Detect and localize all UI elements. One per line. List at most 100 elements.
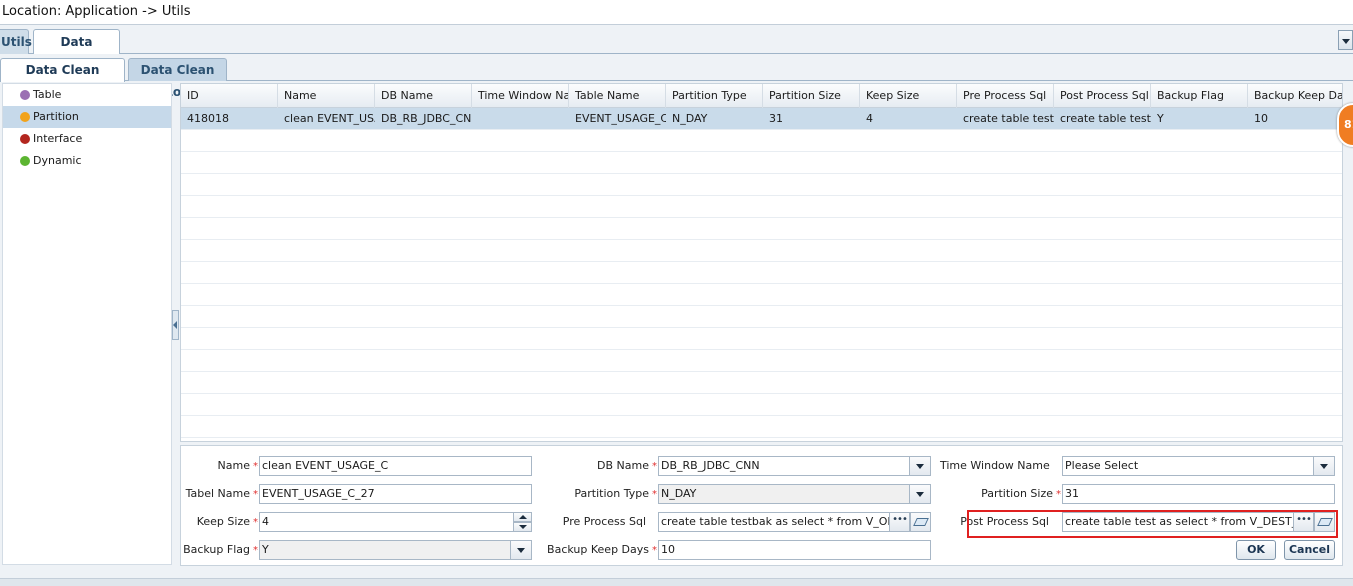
column-header-partition-type[interactable]: Partition Type (666, 84, 763, 108)
tree-item-label: Interface (33, 132, 83, 145)
chevron-down-icon[interactable] (1313, 457, 1334, 475)
eraser-icon[interactable] (1314, 513, 1334, 531)
orange-dot-icon (20, 112, 30, 122)
partition-size-label-text: Partition Size (981, 487, 1053, 500)
table-row[interactable]: 418018 clean EVENT_USAGE_C DB_RB_JDBC_CN… (181, 108, 1342, 130)
tree-item-partition[interactable]: Partition (3, 106, 171, 128)
tree-item-dynamic[interactable]: Dynamic (3, 150, 171, 172)
column-header-partition-size[interactable]: Partition Size (763, 84, 860, 108)
spin-down-icon[interactable] (513, 522, 531, 531)
backup-flag-label-text: Backup Flag (183, 543, 250, 556)
tree-item-label: Table (33, 88, 62, 101)
time-window-name-select[interactable]: Please Select (1062, 456, 1335, 476)
column-header-time-window-name[interactable]: Time Window Name (472, 84, 569, 108)
column-header-id[interactable]: ID (181, 84, 278, 108)
column-header-name[interactable]: Name (278, 84, 375, 108)
partition-size-field[interactable]: 31 (1062, 484, 1335, 504)
name-label-text: Name (217, 459, 250, 472)
grid-body: 418018 clean EVENT_USAGE_C DB_RB_JDBC_CN… (181, 108, 1342, 438)
table-name-field[interactable]: EVENT_USAGE_C_27 (259, 484, 532, 504)
cancel-button[interactable]: Cancel (1284, 540, 1335, 560)
cell-backup-flag: Y (1157, 112, 1164, 125)
tab-data-clean-manager[interactable]: Data Clean Manager (0, 58, 125, 99)
name-label: Name * (183, 456, 258, 476)
empty-row (181, 152, 1342, 174)
cell-keep-size: 4 (866, 112, 873, 125)
empty-row (181, 394, 1342, 416)
column-header-table-name[interactable]: Table Name (569, 84, 666, 108)
partition-type-value: N_DAY (661, 487, 697, 500)
eraser-icon[interactable] (910, 513, 930, 531)
cell-partition-type: N_DAY (672, 112, 708, 125)
pre-process-sql-field[interactable]: create table testbak as select * from V_… (658, 512, 931, 532)
tree-item-table[interactable]: Table (3, 84, 171, 106)
cell-pre-process-sql: create table testbak as select * from V_… (963, 112, 1054, 125)
tab-utils[interactable]: Utils (0, 29, 32, 54)
eraser-shape (913, 518, 929, 526)
location-label: Location: (2, 4, 62, 19)
column-header-keep-size[interactable]: Keep Size (860, 84, 957, 108)
tab-data-clean-log[interactable]: Data Clean Log (128, 58, 227, 99)
spinner (513, 513, 531, 531)
empty-row (181, 130, 1342, 152)
outer-tab-strip: Utils Data Clean (0, 27, 1353, 73)
status-strip (0, 578, 1353, 586)
required-mark: * (652, 545, 657, 556)
data-clean-grid: ID Name DB Name Time Window Name Table N… (180, 83, 1343, 442)
ellipsis-icon[interactable]: ••• (1293, 513, 1314, 531)
collapse-left-panel-handle[interactable] (172, 310, 179, 340)
cell-backup-keep-days: 10 (1254, 112, 1268, 125)
post-process-sql-label: Post Process Sql (960, 515, 1049, 528)
empty-row (181, 284, 1342, 306)
location-path: Application -> Utils (65, 4, 191, 19)
db-name-label: DB Name * (560, 456, 657, 476)
empty-row (181, 416, 1342, 438)
partition-type-label-text: Partition Type (574, 487, 649, 500)
name-field[interactable]: clean EVENT_USAGE_C (259, 456, 532, 476)
post-process-sql-field[interactable]: create table test as select * from V_DES… (1062, 512, 1335, 532)
empty-row (181, 174, 1342, 196)
grid-header: ID Name DB Name Time Window Name Table N… (181, 84, 1342, 108)
cell-name: clean EVENT_USAGE_C (284, 112, 375, 125)
tab-list-dropdown-button[interactable] (1338, 30, 1353, 50)
backup-flag-label: Backup Flag * (183, 540, 258, 560)
column-header-post-process-sql[interactable]: Post Process Sql (1054, 84, 1151, 108)
backup-flag-select[interactable]: Y (259, 540, 532, 560)
chevron-down-icon[interactable] (909, 457, 930, 475)
backup-keep-days-label: Backup Keep Days * (540, 540, 657, 560)
red-dot-icon (20, 134, 30, 144)
keep-size-label: Keep Size * (183, 512, 258, 532)
green-dot-icon (20, 156, 30, 166)
table-name-label: Tabel Name * (183, 484, 258, 504)
empty-row (181, 350, 1342, 372)
tab-data-clean[interactable]: Data Clean (33, 29, 120, 73)
floating-badge[interactable]: 81 (1337, 103, 1353, 147)
empty-row (181, 240, 1342, 262)
keep-size-value: 4 (262, 515, 269, 528)
eraser-shape (1317, 518, 1333, 526)
keep-size-stepper[interactable]: 4 (259, 512, 532, 532)
cell-partition-size: 31 (769, 112, 783, 125)
column-header-pre-process-sql[interactable]: Pre Process Sql (957, 84, 1054, 108)
chevron-down-icon[interactable] (909, 485, 930, 503)
chevron-down-icon[interactable] (510, 541, 531, 559)
ellipsis-icon[interactable]: ••• (889, 513, 910, 531)
empty-row (181, 306, 1342, 328)
tree-item-interface[interactable]: Interface (3, 128, 171, 150)
backup-flag-value: Y (262, 543, 269, 556)
db-name-label-text: DB Name (597, 459, 649, 472)
spin-up-icon[interactable] (513, 513, 531, 522)
cell-id: 418018 (187, 112, 229, 125)
pre-process-sql-value: create table testbak as select * from V_… (661, 515, 916, 528)
column-header-db-name[interactable]: DB Name (375, 84, 472, 108)
column-header-backup-flag[interactable]: Backup Flag (1151, 84, 1248, 108)
required-mark: * (253, 517, 258, 528)
db-name-select[interactable]: DB_RB_JDBC_CNN (658, 456, 931, 476)
column-header-backup-keep-days[interactable]: Backup Keep Days (1248, 84, 1342, 108)
ok-button[interactable]: OK (1236, 540, 1276, 560)
partition-type-select[interactable]: N_DAY (658, 484, 931, 504)
required-mark: * (1056, 489, 1061, 500)
backup-keep-days-field[interactable]: 10 (658, 540, 931, 560)
empty-row (181, 372, 1342, 394)
inner-tab-strip: Data Clean Manager Data Clean Log (0, 57, 1353, 99)
